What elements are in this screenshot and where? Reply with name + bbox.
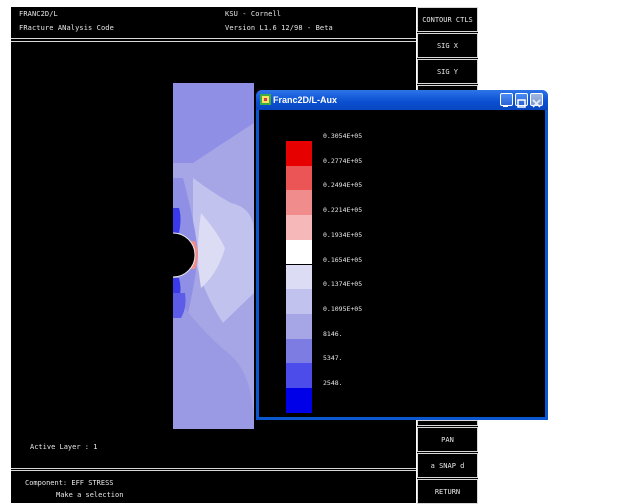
app-icon xyxy=(260,94,271,105)
app-name: FRANC2D/L xyxy=(19,10,58,18)
legend-swatch xyxy=(286,289,312,314)
menu-slot-lower[interactable] xyxy=(417,420,478,426)
legend-swatch xyxy=(286,363,312,388)
legend-value: 0.1374E+05 xyxy=(323,280,363,289)
snap-button[interactable]: a SNAP d xyxy=(417,453,478,478)
sig-y-button[interactable]: SIG Y xyxy=(417,59,478,84)
legend-swatch xyxy=(286,264,312,290)
sig-x-button[interactable]: SIG X xyxy=(417,33,478,58)
legend-swatch xyxy=(286,388,312,413)
legend-value: 5347. xyxy=(323,354,343,363)
status-divider-2 xyxy=(11,470,416,471)
header-divider-2 xyxy=(11,41,416,42)
aux-title-bar[interactable]: Franc2D/L-Aux xyxy=(256,90,548,110)
legend-swatch xyxy=(286,313,312,339)
header-divider xyxy=(11,38,416,39)
minimize-button[interactable] xyxy=(500,93,513,107)
aux-window-title: Franc2D/L-Aux xyxy=(273,95,338,105)
organization: KSU - Cornell xyxy=(225,10,282,18)
active-layer-label: Active Layer : 1 xyxy=(30,443,98,451)
contour-controls-button[interactable]: CONTOUR CTLS xyxy=(417,7,478,32)
model-canvas[interactable] xyxy=(173,83,254,429)
close-icon xyxy=(532,99,541,108)
component-label: Component: EFF STRESS xyxy=(25,479,114,487)
close-button[interactable] xyxy=(530,93,543,108)
aux-window: Franc2D/L-Aux 0.3054E+05 0.2774E+05 0.2494… xyxy=(256,90,548,420)
legend-value: 0.3054E+05 xyxy=(323,132,363,140)
legend-swatch xyxy=(286,215,312,240)
legend-value: 0.2494E+05 xyxy=(323,181,363,190)
legend-value: 2548. xyxy=(323,379,343,387)
legend-value: 0.1654E+05 xyxy=(323,255,363,264)
status-divider xyxy=(11,468,416,469)
legend-swatch xyxy=(286,165,312,191)
legend-value: 0.1095E+05 xyxy=(323,304,363,313)
legend-value: 8146. xyxy=(323,329,343,338)
legend-swatch xyxy=(286,141,312,166)
legend-swatch xyxy=(286,190,312,216)
return-button[interactable]: RETURN xyxy=(417,479,478,504)
legend-swatch xyxy=(286,338,312,364)
app-description: FRacture ANalysis Code xyxy=(19,24,114,32)
legend-value: 0.1934E+05 xyxy=(323,230,363,239)
stress-contour-plot xyxy=(173,83,254,429)
maximize-button[interactable] xyxy=(515,93,528,108)
legend-panel: 0.3054E+05 0.2774E+05 0.2494E+05 0.2214E+05… xyxy=(259,110,545,417)
prompt-text: Make a selection xyxy=(56,491,124,499)
legend-value: 0.2774E+05 xyxy=(323,156,363,165)
minimize-icon xyxy=(503,105,508,107)
version-text: Version L1.6 12/98 - Beta xyxy=(225,24,333,32)
legend-value: 0.2214E+05 xyxy=(323,206,363,215)
maximize-icon xyxy=(517,99,526,108)
legend-swatch xyxy=(286,239,312,265)
pan-button[interactable]: PAN xyxy=(417,427,478,452)
